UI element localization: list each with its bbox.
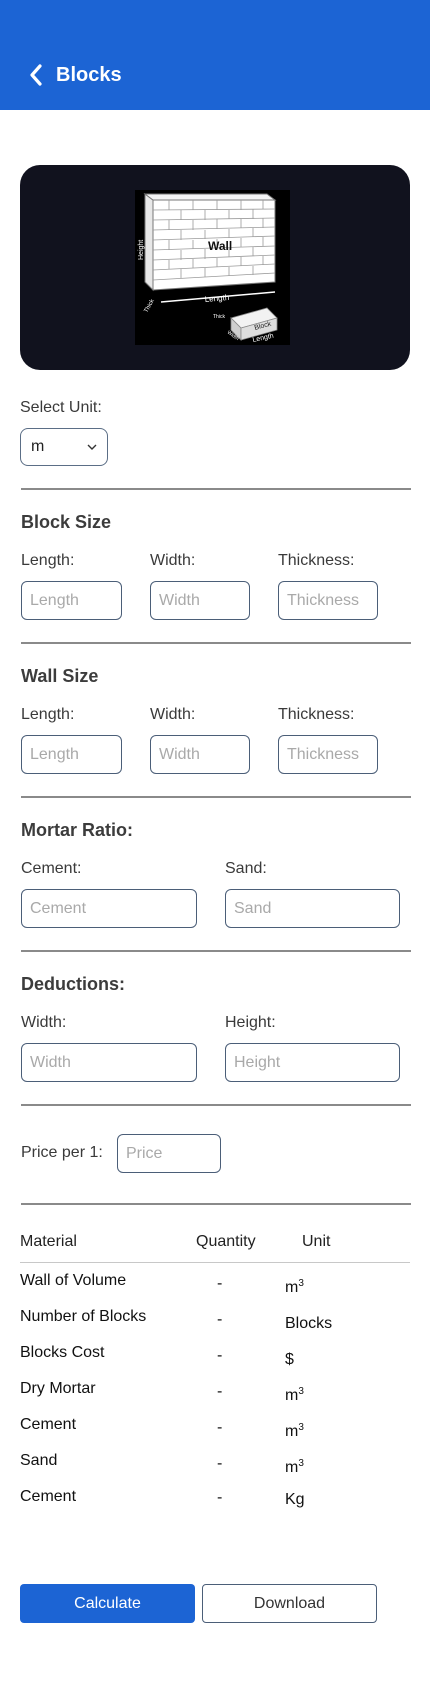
unit-cell: Blocks — [285, 1315, 333, 1332]
material-cell: Sand — [20, 1452, 58, 1469]
mortar-cement-input[interactable] — [21, 889, 197, 928]
block-thickness-input[interactable] — [278, 581, 378, 620]
material-cell: Cement — [20, 1488, 77, 1505]
block-length-label: Length: — [21, 552, 75, 569]
table-header-quantity: Quantity — [196, 1233, 256, 1250]
wall-length-input[interactable] — [21, 735, 122, 774]
block-length-input[interactable] — [21, 581, 122, 620]
unit-cell: m3 — [285, 1278, 304, 1296]
price-input[interactable] — [117, 1134, 221, 1173]
unit-select[interactable]: m — [20, 428, 108, 466]
wall-length-label: Length: — [21, 706, 75, 723]
block-thickness-label: Thickness: — [278, 552, 355, 569]
select-unit-label: Select Unit: — [20, 399, 102, 416]
unit-cell: m3 — [285, 1458, 304, 1476]
block-size-title: Block Size — [21, 512, 112, 532]
block-width-input[interactable] — [150, 581, 250, 620]
divider — [21, 950, 411, 952]
chevron-left-icon — [30, 64, 42, 86]
download-button[interactable]: Download — [202, 1584, 377, 1623]
deduction-height-label: Height: — [225, 1014, 276, 1031]
back-button[interactable] — [24, 60, 48, 90]
unit-cell: $ — [285, 1351, 294, 1368]
quantity-cell: - — [217, 1489, 223, 1506]
wall-text: Wall — [208, 239, 232, 253]
divider — [21, 1104, 411, 1106]
unit-select-value: m — [31, 438, 45, 455]
wall-width-input[interactable] — [150, 735, 250, 774]
table-header-divider — [20, 1262, 410, 1263]
page-title: Blocks — [56, 64, 122, 86]
wall-thickness-label: Thickness: — [278, 706, 355, 723]
divider — [21, 1203, 411, 1205]
table-header-unit: Unit — [302, 1233, 331, 1250]
material-cell: Cement — [20, 1416, 77, 1433]
wall-thickness-input[interactable] — [278, 735, 378, 774]
hero-panel: Wall Height Length Thick Thick Block Wid… — [20, 165, 410, 370]
mortar-ratio-title: Mortar Ratio: — [21, 820, 133, 840]
material-cell: Blocks Cost — [20, 1344, 105, 1361]
mortar-cement-label: Cement: — [21, 860, 82, 877]
divider — [21, 488, 411, 490]
quantity-cell: - — [217, 1275, 223, 1292]
unit-cell: m3 — [285, 1422, 304, 1440]
quantity-cell: - — [217, 1455, 223, 1472]
quantity-cell: - — [217, 1311, 223, 1328]
unit-cell: Kg — [285, 1491, 305, 1508]
material-cell: Number of Blocks — [20, 1308, 147, 1325]
block-thick-text: Thick — [213, 314, 225, 320]
divider — [21, 796, 411, 798]
mortar-sand-input[interactable] — [225, 889, 400, 928]
deductions-title: Deductions: — [21, 974, 126, 994]
deduction-height-input[interactable] — [225, 1043, 400, 1082]
chevron-down-icon — [87, 444, 97, 450]
price-label: Price per 1: — [21, 1144, 103, 1161]
wall-size-title: Wall Size — [21, 666, 99, 686]
unit-cell: m3 — [285, 1386, 304, 1404]
quantity-cell: - — [217, 1419, 223, 1436]
block-width-label: Width: — [150, 552, 196, 569]
deduction-width-label: Width: — [21, 1014, 67, 1031]
wall-block-diagram-icon: Wall Height Length Thick Thick Block Wid… — [135, 190, 290, 345]
calculate-button[interactable]: Calculate — [20, 1584, 195, 1623]
material-cell: Dry Mortar — [20, 1380, 96, 1397]
app-bar: Blocks — [0, 0, 430, 110]
deduction-width-input[interactable] — [21, 1043, 197, 1082]
table-header-material: Material — [20, 1233, 77, 1250]
material-cell: Wall of Volume — [20, 1272, 127, 1289]
quantity-cell: - — [217, 1383, 223, 1400]
quantity-cell: - — [217, 1347, 223, 1364]
mortar-sand-label: Sand: — [225, 860, 267, 877]
wall-width-label: Width: — [150, 706, 196, 723]
divider — [21, 642, 411, 644]
height-text: Height — [138, 240, 145, 260]
